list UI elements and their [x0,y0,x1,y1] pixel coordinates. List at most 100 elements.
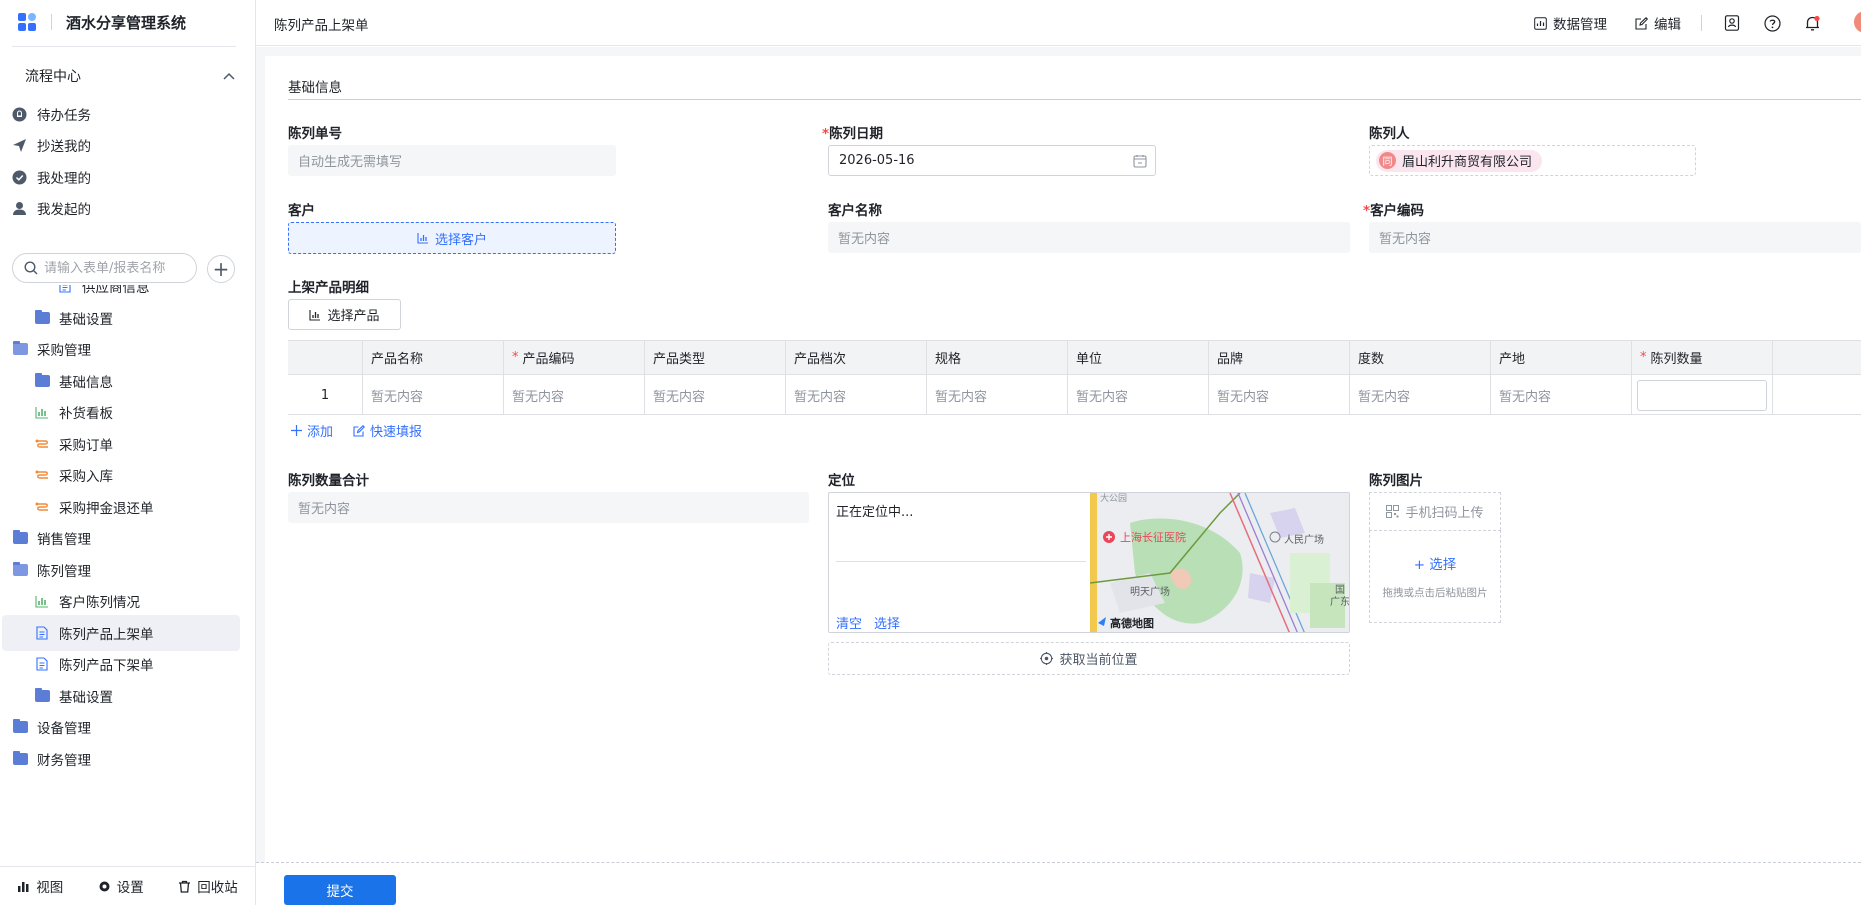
brand[interactable]: 酒水分享管理系统 [18,11,186,33]
table-cell: 暂无内容 [1209,375,1350,415]
get-location-button[interactable]: 获取当前位置 [828,642,1350,675]
nav-cc[interactable]: 抄送我的 [12,133,91,157]
sidebar-item-label: 基础设置 [59,690,113,706]
flow-center-header[interactable]: 流程中心 [25,66,235,86]
nav-initiated-label: 我发起的 [37,202,91,218]
table-cell: 暂无内容 [1068,375,1209,415]
edit-icon [353,424,365,437]
display-date-field[interactable]: 2026-05-16 [828,145,1156,176]
table-cell: 暂无内容 [1491,375,1632,415]
sidebar-item-9[interactable]: 陈列管理 [12,558,91,582]
chart-icon [34,594,50,608]
sidebar-item-label: 补货看板 [59,406,113,422]
sidebar-item-12[interactable]: 陈列产品下架单 [34,652,154,676]
folder-icon [34,310,50,325]
sidebar-item-13[interactable]: 基础设置 [34,684,113,708]
total-qty-field: 暂无内容 [288,492,809,523]
quick-fill-link[interactable]: 快速填报 [353,421,422,440]
trash-icon [179,880,191,893]
send-icon [12,138,27,153]
footer-divider [256,862,1861,863]
user-avatar[interactable] [1854,11,1861,33]
customer-code-field: 暂无内容 [1369,222,1861,253]
location-status: 正在定位中... [836,505,914,520]
qty-cell[interactable] [1632,375,1773,415]
sidebar-item-label: 销售管理 [37,532,91,548]
image-upload-area[interactable]: + 选择 拖拽或点击后粘贴图片 [1369,530,1501,623]
nav-handled-label: 我处理的 [37,171,91,187]
person-tag[interactable]: 同 眉山利升商贸有限公司 [1376,149,1543,172]
sidebar-item-1[interactable]: 基础设置 [34,306,113,330]
sidebar-item-2[interactable]: 采购管理 [12,337,91,361]
location-choose-link[interactable]: 选择 [874,613,900,632]
bell-icon [1805,15,1820,30]
edit-label: 编辑 [1654,17,1681,33]
sidebar-search[interactable] [12,253,197,283]
flow-icon [34,437,50,451]
contacts-button[interactable] [1722,13,1742,33]
map-mingtian-label: 明天广场 [1130,587,1170,598]
submit-button[interactable]: 提交 [284,875,396,905]
add-row-link[interactable]: 添加 [291,421,333,440]
plus-icon: + [1413,557,1430,573]
nav-initiated[interactable]: 我发起的 [12,196,91,220]
view-button[interactable]: 视图 [17,876,63,896]
detail-table: 产品名称 * 产品编码 产品类型 产品档次 规格 单位 品牌 度数 产地 * 陈列数量 1 暂无内容 暂无… [288,340,1861,415]
app-title: 酒水分享管理系统 [66,13,187,32]
sidebar-item-4[interactable]: 补货看板 [34,400,113,424]
sidebar-item-8[interactable]: 销售管理 [12,526,91,550]
sidebar-item-6[interactable]: 采购入库 [34,463,113,487]
edit-button[interactable]: 编辑 [1635,13,1681,33]
brand-divider [51,14,52,30]
sidebar-item-label: 采购管理 [37,343,91,359]
image-choose-button[interactable]: + 选择 [1414,553,1457,573]
chevron-up-icon[interactable] [223,72,235,80]
scan-upload-button[interactable]: 手机扫码上传 [1369,492,1501,530]
table-cell: 暂无内容 [645,375,786,415]
search-input[interactable] [44,260,194,276]
chart-icon [34,405,50,419]
sidebar-item-label: 基础信息 [59,375,113,391]
select-product-button[interactable]: 选择产品 [288,299,401,330]
table-header-cell: 度数 [1350,341,1491,374]
table-header-cell: 规格 [927,341,1068,374]
sidebar-item-7[interactable]: 采购押金退还单 [34,495,154,519]
customer-label: 客户 [288,203,315,219]
data-manage-button[interactable]: 数据管理 [1534,13,1607,33]
bell-icon [12,107,27,122]
detail-label: 上架产品明细 [288,280,369,296]
add-form-button[interactable]: + [207,255,235,283]
gear-icon [99,881,110,891]
sidebar-item-0[interactable]: 供应商信息 [57,285,150,298]
sidebar-item-3[interactable]: 基础信息 [34,369,113,393]
display-qty-input[interactable] [1637,379,1767,411]
nav-todo[interactable]: 待办任务 [12,102,91,126]
sidebar-item-5[interactable]: 采购订单 [34,432,113,456]
add-row-label: 添加 [307,425,334,440]
table-cell: 暂无内容 [927,375,1068,415]
sidebar-item-15[interactable]: 财务管理 [12,747,91,771]
settings-button[interactable]: 设置 [98,876,144,896]
display-person-field[interactable]: 同 眉山利升商贸有限公司 [1369,145,1696,176]
nav-todo-label: 待办任务 [37,108,91,124]
sidebar-item-11[interactable]: 陈列产品上架单 [2,615,240,651]
table-header-cell: * 陈列数量 [1632,341,1773,374]
location-clear-link[interactable]: 清空 [836,613,862,632]
table-cell: 暂无内容 [786,375,927,415]
calendar-icon[interactable] [1133,154,1147,168]
divider [12,46,236,47]
sidebar-item-14[interactable]: 设备管理 [12,715,91,739]
sidebar-item-10[interactable]: 客户陈列情况 [34,589,140,613]
map-top-label: 大公园 [1100,494,1128,504]
recycle-button[interactable]: 回收站 [178,876,238,896]
topbar-divider [1701,15,1702,31]
notification-button[interactable] [1802,13,1822,33]
top-actions: 数据管理 编辑 [1534,12,1842,34]
nav-handled[interactable]: 我处理的 [12,165,91,189]
select-customer-button[interactable]: 选择客户 [288,222,616,254]
page-title: 陈列产品上架单 [274,18,369,34]
map-view[interactable]: 上海长征医院 人民广场 明天广场 国 广东 高德地图 大公园 [1090,493,1349,632]
help-button[interactable] [1762,13,1782,33]
select-product-label: 选择产品 [327,309,380,324]
location-links: 清空 选择 [836,613,900,632]
